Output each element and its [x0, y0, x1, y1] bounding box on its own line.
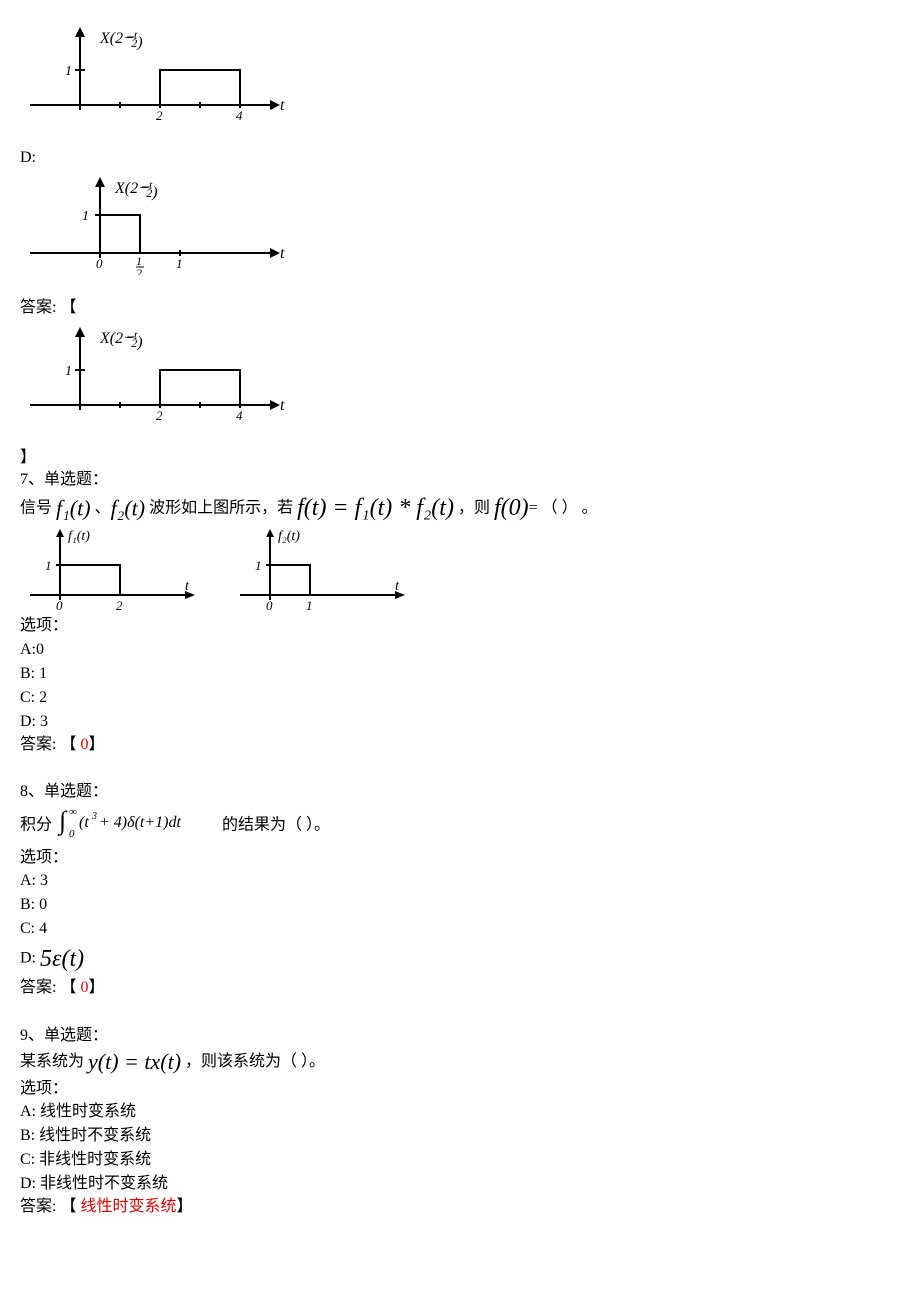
- opt-d-math: 5ε(t): [40, 946, 84, 972]
- math-f1: f₁(t): [56, 495, 91, 520]
- svg-text:(t: (t: [79, 814, 89, 831]
- opt-d-prefix: D:: [20, 950, 40, 967]
- option-a: A:0: [20, 638, 900, 662]
- text-mid: 波形如上图所示，若: [145, 499, 297, 516]
- svg-text:t: t: [185, 579, 190, 594]
- svg-text:f₂(t): f₂(t): [278, 529, 300, 544]
- svg-text:3: 3: [91, 811, 97, 822]
- x-axis-label: t: [280, 397, 285, 414]
- svg-text:0: 0: [69, 828, 75, 839]
- x-tick-4: 4: [236, 408, 243, 423]
- answer-prefix: 答案: 【: [20, 736, 80, 753]
- svg-text:X(2−t2): X(2−t2): [99, 328, 143, 351]
- option-d: D: 3: [20, 710, 900, 734]
- text-tail: = （ ） 。: [529, 499, 598, 516]
- question-stem: 信号 f₁(t) 、f₂(t) 波形如上图所示，若 f(t) = f₁(t) *…: [20, 492, 900, 526]
- text-prefix: 某系统为: [20, 1053, 88, 1070]
- math-conv: f(t) = f₁(t) * f₂(t): [297, 495, 454, 521]
- option-d: D: 非线性时不变系统: [20, 1172, 900, 1196]
- question-7: 7、单选题： 信号 f₁(t) 、f₂(t) 波形如上图所示，若 f(t) = …: [20, 469, 900, 756]
- svg-text:1: 1: [45, 558, 52, 573]
- answer-suffix: 】: [88, 736, 104, 753]
- question-number: 7、单选题：: [20, 469, 900, 491]
- answer-prefix: 答案: 【: [20, 1198, 80, 1215]
- q7-graph1: 1 f₁(t) 0 2 t: [20, 525, 200, 615]
- x-axis-label: t: [280, 97, 285, 114]
- answer-line: 答案: 【 0】: [20, 977, 900, 999]
- question-9: 9、单选题： 某系统为 y(t) = tx(t) ，则该系统为（ ）。 选项： …: [20, 1025, 900, 1219]
- svg-text:0: 0: [56, 598, 63, 613]
- question-number: 8、单选题：: [20, 781, 900, 803]
- math-f2: f₂(t): [111, 495, 146, 520]
- option-b: B: 线性时不变系统: [20, 1124, 900, 1148]
- answer-line: 答案: 【 0】: [20, 734, 900, 756]
- text-sep: 、: [91, 499, 111, 516]
- q7-graph2: 1 f₂(t) 0 1 t: [230, 525, 410, 615]
- text-mid2: ，则: [454, 499, 494, 516]
- option-b: B: 0: [20, 893, 900, 917]
- y-tick-1: 1: [65, 364, 72, 379]
- answer-suffix: 】: [20, 447, 900, 469]
- options-label: 选项：: [20, 615, 900, 637]
- y-tick-1: 1: [82, 209, 89, 224]
- option-a: A: 线性时变系统: [20, 1100, 900, 1124]
- graph-option-c: 1 X(2−t2) t 2 4: [20, 25, 900, 132]
- svg-text:2: 2: [116, 598, 123, 613]
- math-f0: f(0): [494, 495, 529, 521]
- question-stem: 某系统为 y(t) = tx(t) ，则该系统为（ ）。: [20, 1047, 900, 1078]
- svg-text:∫: ∫: [57, 806, 68, 836]
- answer-value: 线性时变系统: [80, 1198, 176, 1215]
- svg-text:+ 4)δ(t+1)dt: + 4)δ(t+1)dt: [99, 814, 181, 831]
- svg-text:0: 0: [266, 598, 273, 613]
- question-stem: 积分 ∫ 0 ∞ (t 3 + 4)δ(t+1)dt 的结果为（ ）。: [20, 804, 900, 847]
- x-tick-2: 2: [156, 408, 163, 423]
- question-8: 8、单选题： 积分 ∫ 0 ∞ (t 3 + 4)δ(t+1)dt 的结果为（ …: [20, 781, 900, 1000]
- svg-text:2: 2: [136, 266, 142, 275]
- answer-prefix: 答案: 【: [20, 979, 80, 996]
- svg-text:1: 1: [255, 558, 262, 573]
- answer-label: 答案: 【: [20, 297, 900, 319]
- options-label: 选项：: [20, 1078, 900, 1100]
- svg-text:X(2−t2): X(2−t2): [99, 28, 143, 51]
- x-tick-1: 1: [176, 256, 183, 271]
- text-mid: ，则该系统为（ ）。: [181, 1053, 325, 1070]
- svg-text:f₁(t): f₁(t): [68, 529, 90, 544]
- option-c: C: 非线性时变系统: [20, 1148, 900, 1172]
- y-tick-1: 1: [65, 64, 72, 79]
- graph-answer: 1 X(2−t2) t 2 4: [20, 325, 900, 432]
- option-c: C: 2: [20, 686, 900, 710]
- math-eq: y(t) = tx(t): [88, 1049, 181, 1074]
- text-mid: 的结果为（ ）。: [222, 816, 330, 833]
- svg-text:X(2−t2): X(2−t2): [114, 178, 158, 201]
- x-tick-4: 4: [236, 108, 243, 123]
- q7-graphs: 1 f₁(t) 0 2 t 1 f₂(t) 0 1 t: [20, 525, 900, 615]
- svg-text:1: 1: [306, 598, 313, 613]
- option-d: D: 5ε(t): [20, 941, 900, 977]
- options-label: 选项：: [20, 847, 900, 869]
- x-axis-label: t: [280, 245, 285, 262]
- text-prefix: 信号: [20, 499, 56, 516]
- x-tick-2: 2: [156, 108, 163, 123]
- option-d-label: D:: [20, 147, 900, 169]
- question-number: 9、单选题：: [20, 1025, 900, 1047]
- option-b: B: 1: [20, 662, 900, 686]
- graph-option-d: 1 X(2−t2) t 0 1 2 1: [20, 175, 900, 282]
- text-prefix: 积分: [20, 816, 56, 833]
- svg-text:∞: ∞: [69, 806, 77, 818]
- option-c: C: 4: [20, 917, 900, 941]
- integral-expression: ∫ 0 ∞ (t 3 + 4)δ(t+1)dt: [56, 804, 218, 847]
- x-origin: 0: [96, 256, 103, 271]
- answer-suffix: 】: [176, 1198, 192, 1215]
- option-a: A: 3: [20, 869, 900, 893]
- answer-suffix: 】: [88, 979, 104, 996]
- answer-line: 答案: 【 线性时变系统】: [20, 1196, 900, 1218]
- svg-text:t: t: [395, 579, 400, 594]
